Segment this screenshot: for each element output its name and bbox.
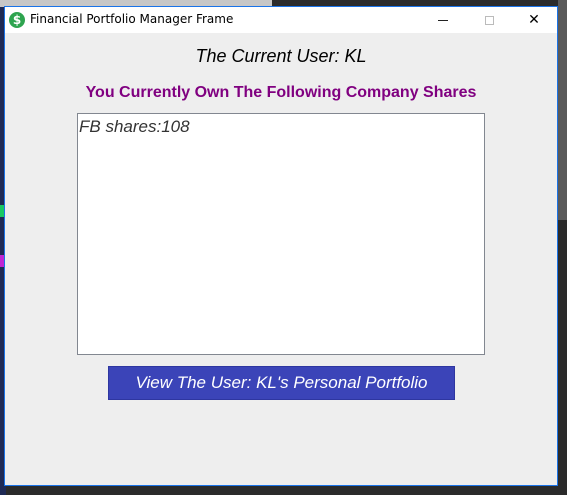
shares-list[interactable]: FB shares:108 xyxy=(77,113,485,355)
app-window: $ Financial Portfolio Manager Frame ✕ Th… xyxy=(4,6,558,486)
dollar-icon: $ xyxy=(9,12,25,28)
title-bar[interactable]: $ Financial Portfolio Manager Frame ✕ xyxy=(5,7,557,33)
current-user-label: The Current User: KL xyxy=(195,46,367,66)
maximize-icon xyxy=(484,15,494,25)
close-button[interactable]: ✕ xyxy=(511,7,557,33)
close-icon: ✕ xyxy=(528,12,540,28)
minimize-button[interactable] xyxy=(420,7,466,33)
desktop-background-right xyxy=(558,0,567,220)
list-item[interactable]: FB shares:108 xyxy=(79,117,190,137)
window-title: Financial Portfolio Manager Frame xyxy=(30,12,234,26)
maximize-button[interactable] xyxy=(466,7,512,33)
view-portfolio-button[interactable]: View The User: KL's Personal Portfolio xyxy=(108,366,455,400)
shares-heading: You Currently Own The Following Company … xyxy=(85,84,477,101)
minimize-icon xyxy=(438,19,448,21)
